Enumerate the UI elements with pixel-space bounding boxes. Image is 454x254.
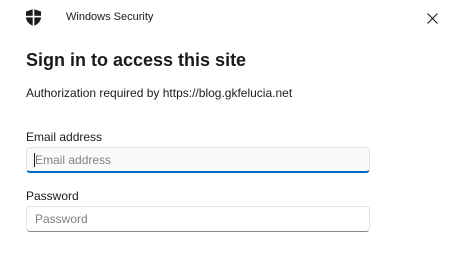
close-icon (426, 12, 438, 24)
email-label: Email address (26, 130, 103, 144)
text-caret (34, 153, 35, 167)
authorization-message: Authorization required by https://blog.g… (26, 86, 293, 100)
shield-icon (26, 9, 41, 26)
password-field[interactable] (26, 206, 370, 232)
close-button[interactable] (420, 6, 444, 30)
app-title: Windows Security (66, 11, 154, 23)
dialog-heading: Sign in to access this site (26, 50, 247, 70)
email-field[interactable] (26, 147, 370, 173)
password-label: Password (26, 189, 79, 203)
credential-dialog: Windows Security Sign in to access this … (0, 0, 454, 254)
title-bar: Windows Security (0, 0, 454, 36)
